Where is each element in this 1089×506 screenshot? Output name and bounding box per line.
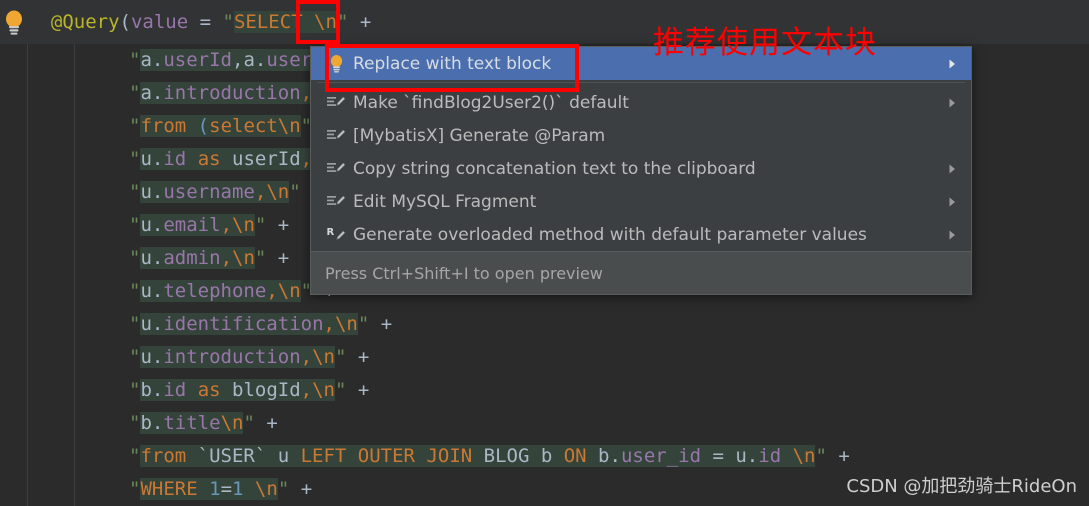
menu-item-copy-string-concatenation[interactable]: Copy string concatenation text to the cl… [311, 152, 971, 185]
concat-plus: + [348, 11, 372, 33]
chevron-right-icon [943, 97, 961, 109]
refactor-pencil-icon: R [323, 225, 349, 245]
chevron-right-icon [943, 229, 961, 241]
annotation-note-text: 推荐使用文本块 [653, 25, 877, 61]
code-line-annotation: @Query(value = "SELECT \n" + [28, 6, 371, 38]
menu-item-label: Edit MySQL Fragment [353, 191, 537, 212]
code-line: "b.id as blogId,\n" + [129, 379, 370, 401]
equals-token: = [188, 11, 223, 33]
param-token: value [130, 11, 189, 33]
code-line: "u.identification,\n" + [129, 313, 393, 335]
lightbulb-icon [323, 54, 349, 74]
edit-pencil-icon [323, 93, 349, 113]
escape-newline: \n [314, 11, 337, 33]
menu-item-label: [MybatisX] Generate @Param [353, 125, 606, 146]
chevron-right-icon [943, 196, 961, 208]
edit-pencil-icon [323, 126, 349, 146]
menu-item-label: Copy string concatenation text to the cl… [353, 158, 756, 179]
menu-item-label: Make `findBlog2User2()` default [353, 92, 629, 113]
svg-text:R: R [327, 227, 335, 238]
sql-keyword-select: SELECT [233, 11, 315, 33]
code-line: "from `USER` u LEFT OUTER JOIN BLOG b ON… [129, 445, 850, 467]
menu-item-make-default[interactable]: Make `findBlog2User2()` default [311, 86, 971, 119]
chevron-right-icon [943, 58, 961, 70]
menu-footer-hint: Press Ctrl+Shift+I to open preview [311, 251, 971, 294]
chevron-right-icon [943, 163, 961, 175]
paren-open: ( [119, 11, 131, 33]
code-line: "b.title\n" + [129, 412, 278, 434]
menu-item-label: Generate overloaded method with default … [353, 224, 867, 245]
annotation-token: @Query [50, 11, 120, 33]
quote-close: " [336, 11, 349, 33]
watermark-text: CSDN @加把劲骑士RideOn [846, 476, 1077, 497]
menu-separator [317, 82, 965, 83]
menu-item-mybatisx-generate-param[interactable]: [MybatisX] Generate @Param [311, 119, 971, 152]
intention-actions-menu[interactable]: Replace with text block Make `findBlog2U… [310, 46, 972, 295]
menu-item-edit-mysql-fragment[interactable]: Edit MySQL Fragment [311, 185, 971, 218]
menu-item-generate-overloaded-method[interactable]: R Generate overloaded method with defaul… [311, 218, 971, 251]
edit-pencil-icon [323, 159, 349, 179]
lightbulb-icon[interactable] [0, 8, 28, 36]
edit-pencil-icon [323, 192, 349, 212]
code-line: "u.introduction,\n" + [129, 346, 370, 368]
quote-open: " [222, 11, 234, 33]
gutter-divider-1 [27, 44, 28, 506]
